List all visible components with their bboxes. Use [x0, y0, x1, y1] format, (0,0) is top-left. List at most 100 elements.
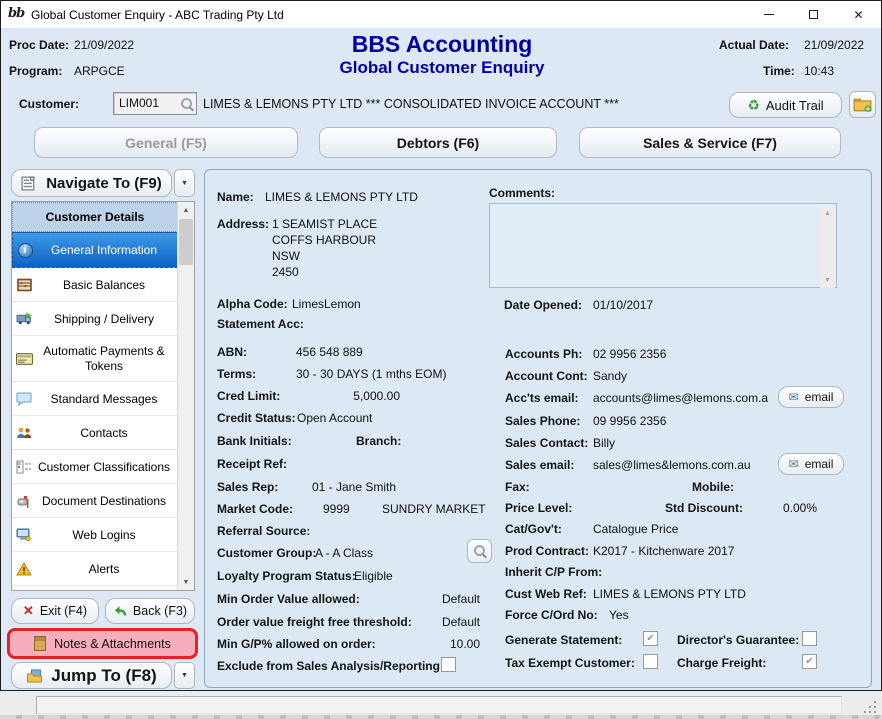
notes-attachments-button[interactable]: Notes & Attachments [7, 628, 198, 659]
customer-code-input[interactable]: LIM001 [113, 92, 197, 115]
navigate-dropdown-button[interactable]: ▼ [174, 169, 195, 197]
exit-button[interactable]: ✕ Exit (F4) [11, 598, 99, 624]
min-order-label: Min Order Value allowed: [217, 592, 360, 606]
notepad-icon [34, 636, 46, 651]
tax-exempt-label: Tax Exempt Customer: [505, 656, 635, 670]
time-label: Time: [763, 64, 795, 78]
date-opened-label: Date Opened: [504, 298, 582, 312]
titlebar: bb Global Customer Enquiry - ABC Trading… [1, 1, 881, 28]
exit-x-icon: ✕ [23, 603, 34, 619]
sidebar-item-alerts[interactable]: Alerts [12, 552, 178, 586]
app-icon: bb [8, 6, 24, 21]
maximize-icon [809, 10, 818, 19]
navigation-list: Customer Details i General Information B… [11, 201, 195, 591]
inherit-cp-label: Inherit C/P From: [505, 565, 602, 579]
speech-bubble-icon [15, 391, 33, 407]
branch-label: Branch: [356, 434, 401, 448]
attachments-folder-button[interactable] [849, 91, 876, 118]
maximize-button[interactable] [791, 1, 836, 28]
std-discount-label: Std Discount: [665, 501, 743, 515]
jump-dropdown-button[interactable]: ▼ [174, 662, 195, 689]
sales-email-button[interactable]: ✉ email [778, 453, 844, 475]
sidebar-item-web-logins[interactable]: Web Logins [12, 518, 178, 552]
sidebar-item-customer-classifications[interactable]: Customer Classifications [12, 450, 178, 484]
notes-attachments-label: Notes & Attachments [54, 637, 171, 651]
jump-to-button[interactable]: Jump To (F8) [11, 662, 172, 689]
minimize-button[interactable] [746, 1, 791, 28]
comments-textarea[interactable]: ▲ ▼ [489, 203, 837, 288]
sidebar-item-contacts[interactable]: Contacts [12, 416, 178, 450]
market-code-value: 9999 [323, 502, 350, 516]
email-icon: ✉ [789, 457, 799, 471]
customer-code-value: LIM001 [119, 96, 159, 110]
tab-general[interactable]: General (F5) [34, 127, 298, 158]
sidebar-item-standard-messages[interactable]: Standard Messages [12, 382, 178, 416]
sales-rep-label: Sales Rep: [217, 480, 278, 494]
back-button[interactable]: Back (F3) [105, 598, 195, 624]
accts-email-label: Acc'ts email: [505, 391, 579, 405]
customer-group-search-button[interactable] [467, 539, 492, 563]
tab-debtors[interactable]: Debtors (F6) [319, 127, 557, 158]
cust-web-ref-label: Cust Web Ref: [505, 587, 587, 601]
comments-label: Comments: [489, 186, 555, 200]
status-message-area [36, 696, 842, 714]
background-window-sliver [0, 715, 882, 719]
customer-search-icon[interactable] [180, 97, 194, 111]
email-button-label: email [805, 457, 834, 471]
accounts-ph-label: Accounts Ph: [505, 347, 582, 361]
bank-initials-label: Bank Initials: [217, 434, 292, 448]
charge-freight-checkbox[interactable]: ✔ [802, 654, 817, 669]
address-line3: NSW [272, 249, 300, 263]
customer-group-value: A - A Class [315, 546, 373, 560]
web-login-icon [15, 527, 33, 543]
sales-contact-value: Billy [593, 436, 615, 450]
comments-scrollbar[interactable]: ▲ ▼ [820, 205, 835, 288]
sidebar-item-general-information[interactable]: i General Information [12, 232, 178, 268]
chevron-down-icon: ▼ [181, 180, 188, 187]
navigate-to-button[interactable]: Navigate To (F9) [11, 169, 172, 197]
sales-email-value: sales@limes&lemons.com.au [593, 458, 751, 472]
scroll-down-icon[interactable]: ▼ [820, 272, 835, 288]
name-value: LIMES & LEMONS PTY LTD [265, 190, 418, 204]
exclude-sales-checkbox[interactable] [441, 657, 456, 672]
accounts-email-button[interactable]: ✉ email [778, 386, 844, 408]
customer-name-text: LIMES & LEMONS PTY LTD *** CONSOLIDATED … [203, 97, 619, 111]
sidebar-item-document-destinations[interactable]: Document Destinations [12, 484, 178, 518]
scrollbar-thumb[interactable] [179, 219, 193, 265]
sidebar-scrollbar[interactable]: ▲ ▼ [177, 202, 194, 590]
sidebar-item-label: Standard Messages [51, 392, 158, 406]
nav-group-customer-details: Customer Details [12, 202, 178, 232]
recycle-icon: ♻ [747, 97, 760, 114]
tab-sales-service[interactable]: Sales & Service (F7) [579, 127, 841, 158]
sidebar-item-automatic-payments-tokens[interactable]: Automatic Payments & Tokens [12, 336, 178, 382]
sidebar-item-shipping-delivery[interactable]: Shipping / Delivery [12, 302, 178, 336]
loyalty-status-value: Eligible [354, 569, 393, 583]
truck-icon [15, 311, 33, 327]
sidebar-item-custom-fields[interactable]: Custom Fields / [12, 586, 178, 591]
alert-icon [15, 561, 33, 577]
market-code-label: Market Code: [217, 502, 293, 516]
scroll-up-icon[interactable]: ▲ [820, 205, 835, 221]
tax-exempt-checkbox[interactable] [643, 654, 658, 669]
audit-trail-button[interactable]: ♻ Audit Trail [729, 92, 842, 118]
scroll-down-icon[interactable]: ▼ [178, 574, 194, 590]
email-icon: ✉ [789, 390, 799, 404]
fax-label: Fax: [505, 480, 530, 494]
mobile-label: Mobile: [692, 480, 734, 494]
alpha-code-label: Alpha Code: [217, 297, 288, 311]
directors-guarantee-label: Director's Guarantee: [677, 633, 799, 647]
account-cont-label: Account Cont: [505, 369, 588, 383]
sidebar-item-basic-balances[interactable]: Basic Balances [12, 268, 178, 302]
close-button[interactable]: ✕ [836, 1, 881, 28]
generate-statement-checkbox[interactable]: ✔ [643, 631, 658, 646]
resize-grip[interactable] [864, 701, 876, 713]
terms-label: Terms: [217, 367, 256, 381]
sidebar-item-label: Web Logins [72, 528, 135, 542]
scroll-up-icon[interactable]: ▲ [178, 202, 194, 218]
directors-guarantee-checkbox[interactable] [802, 631, 817, 646]
address-line4: 2450 [272, 265, 299, 279]
customer-label: Customer: [19, 97, 79, 111]
info-icon: i [16, 242, 34, 258]
prod-contract-value: K2017 - Kitchenware 2017 [593, 544, 734, 558]
app-window: bb Global Customer Enquiry - ABC Trading… [0, 0, 882, 691]
